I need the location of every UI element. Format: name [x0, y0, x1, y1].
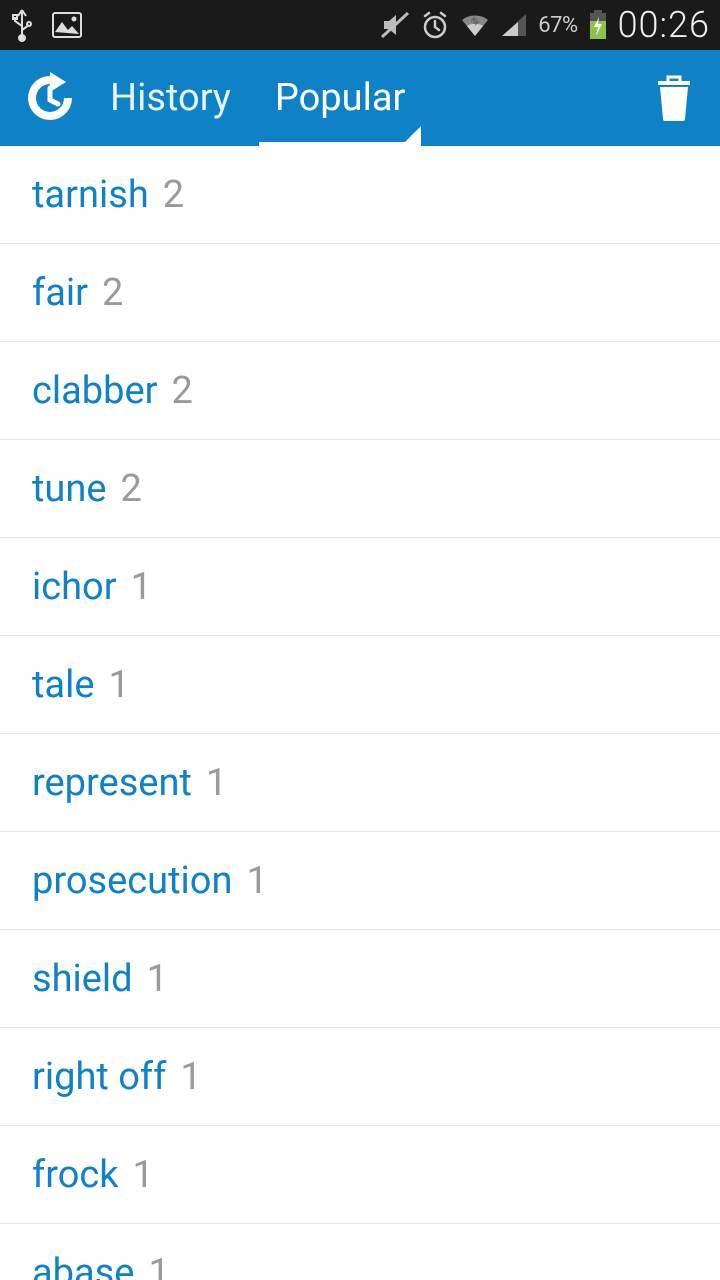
word-text: frock: [32, 1153, 119, 1197]
list-item[interactable]: shield 1: [0, 930, 720, 1028]
word-count: 2: [102, 271, 123, 315]
word-count: 1: [246, 859, 267, 903]
tab-active-indicator-icon: [401, 126, 421, 146]
word-count: 1: [133, 1153, 154, 1197]
tab-popular[interactable]: Popular: [253, 50, 427, 146]
list-item[interactable]: prosecution 1: [0, 832, 720, 930]
delete-button[interactable]: [646, 70, 702, 126]
word-list: tarnish 2 fair 2 clabber 2 tune 2 ichor …: [0, 146, 720, 1280]
tab-popular-label: Popular: [275, 76, 405, 120]
alarm-icon: [420, 10, 450, 40]
word-text: fair: [32, 271, 88, 315]
word-text: ichor: [32, 565, 117, 609]
list-item[interactable]: ichor 1: [0, 538, 720, 636]
word-text: abase: [32, 1251, 134, 1280]
tab-history-label: History: [110, 76, 231, 120]
word-count: 2: [163, 173, 184, 217]
wifi-icon: [460, 12, 490, 38]
app-bar: History Popular: [0, 50, 720, 146]
status-bar: 67% 00:26: [0, 0, 720, 50]
list-item[interactable]: tarnish 2: [0, 146, 720, 244]
list-item[interactable]: tune 2: [0, 440, 720, 538]
word-text: shield: [32, 957, 133, 1001]
list-item[interactable]: abase 1: [0, 1224, 720, 1280]
signal-icon: [500, 12, 528, 38]
app-logo-refresh-icon[interactable]: [18, 66, 82, 130]
list-item[interactable]: clabber 2: [0, 342, 720, 440]
battery-percent: 67%: [538, 13, 577, 38]
word-count: 1: [180, 1055, 201, 1099]
usb-icon: [10, 8, 34, 42]
list-item[interactable]: right off 1: [0, 1028, 720, 1126]
word-text: tarnish: [32, 173, 149, 217]
word-text: represent: [32, 761, 192, 805]
status-right: 67% 00:26: [380, 4, 710, 46]
word-count: 2: [172, 369, 193, 413]
status-left: [10, 8, 82, 42]
tabs: History Popular: [88, 50, 427, 146]
word-count: 1: [109, 663, 130, 707]
word-count: 1: [147, 957, 168, 1001]
mute-icon: [380, 11, 410, 39]
word-count: 2: [121, 467, 142, 511]
word-count: 1: [206, 761, 227, 805]
word-count: 1: [148, 1251, 169, 1280]
word-text: prosecution: [32, 859, 232, 903]
list-item[interactable]: fair 2: [0, 244, 720, 342]
list-item[interactable]: represent 1: [0, 734, 720, 832]
tab-history[interactable]: History: [88, 50, 253, 146]
word-count: 1: [131, 565, 152, 609]
list-item[interactable]: frock 1: [0, 1126, 720, 1224]
word-text: tune: [32, 467, 107, 511]
word-text: right off: [32, 1055, 166, 1099]
list-item[interactable]: tale 1: [0, 636, 720, 734]
picture-icon: [52, 12, 82, 38]
clock-text: 00:26: [618, 4, 710, 46]
word-text: tale: [32, 663, 95, 707]
trash-icon: [654, 75, 694, 121]
word-text: clabber: [32, 369, 158, 413]
battery-charging-icon: [588, 9, 608, 41]
